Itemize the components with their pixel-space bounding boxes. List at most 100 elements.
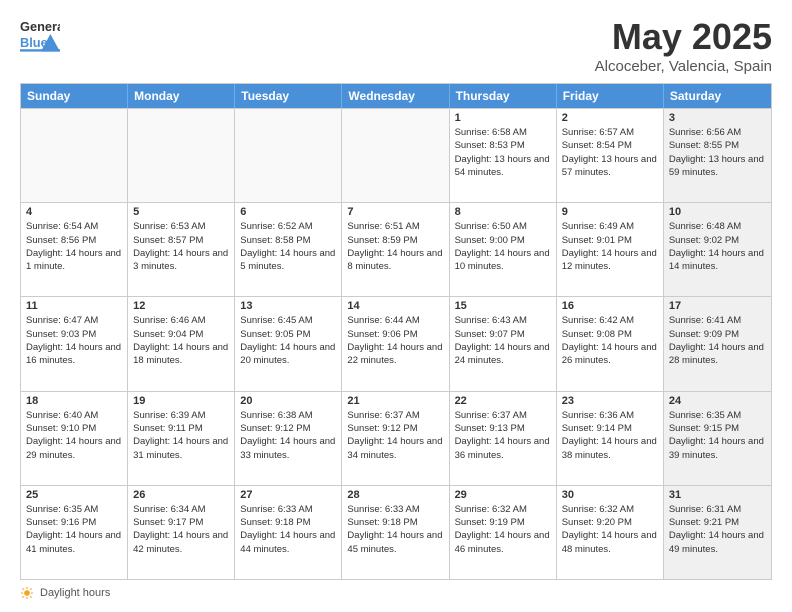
calendar-cell: 8 Sunrise: 6:50 AMSunset: 9:00 PMDaylight… [450, 203, 557, 296]
day-number: 12 [133, 300, 229, 312]
day-number: 30 [562, 489, 658, 501]
weekday-header: Saturday [664, 84, 771, 108]
day-info: Sunrise: 6:37 AMSunset: 9:13 PMDaylight:… [455, 409, 551, 462]
day-info: Sunrise: 6:42 AMSunset: 9:08 PMDaylight:… [562, 314, 658, 367]
day-info: Sunrise: 6:32 AMSunset: 9:19 PMDaylight:… [455, 503, 551, 556]
day-number: 23 [562, 395, 658, 407]
calendar-cell: 1 Sunrise: 6:58 AMSunset: 8:53 PMDaylight… [450, 109, 557, 202]
day-number: 27 [240, 489, 336, 501]
day-info: Sunrise: 6:40 AMSunset: 9:10 PMDaylight:… [26, 409, 122, 462]
day-info: Sunrise: 6:45 AMSunset: 9:05 PMDaylight:… [240, 314, 336, 367]
calendar-cell: 18 Sunrise: 6:40 AMSunset: 9:10 PMDayligh… [21, 392, 128, 485]
weekday-header: Thursday [450, 84, 557, 108]
calendar-cell: 23Sunrise: 6:36 AMSunset: 9:14 PMDayligh… [557, 392, 664, 485]
day-info: Sunrise: 6:50 AMSunset: 9:00 PMDaylight:… [455, 220, 551, 273]
calendar-cell [128, 109, 235, 202]
day-number: 11 [26, 300, 122, 312]
day-info: Sunrise: 6:32 AMSunset: 9:20 PMDaylight:… [562, 503, 658, 556]
day-info: Sunrise: 6:37 AMSunset: 9:12 PMDaylight:… [347, 409, 443, 462]
day-number: 13 [240, 300, 336, 312]
calendar-cell [235, 109, 342, 202]
logo: General Blue [20, 16, 64, 52]
calendar-cell: 6 Sunrise: 6:52 AMSunset: 8:58 PMDaylight… [235, 203, 342, 296]
title-block: May 2025 Alcoceber, Valencia, Spain [595, 16, 772, 75]
daylight-label: Daylight hours [40, 587, 110, 599]
calendar-cell: 24 Sunrise: 6:35 AMSunset: 9:15 PMDayligh… [664, 392, 771, 485]
day-number: 2 [562, 112, 658, 124]
calendar-cell: 3 Sunrise: 6:56 AMSunset: 8:55 PMDaylight… [664, 109, 771, 202]
day-info: Sunrise: 6:51 AMSunset: 8:59 PMDaylight:… [347, 220, 443, 273]
month-title: May 2025 [595, 16, 772, 58]
day-info: Sunrise: 6:57 AMSunset: 8:54 PMDaylight:… [562, 126, 658, 179]
calendar-row: 18 Sunrise: 6:40 AMSunset: 9:10 PMDayligh… [21, 391, 771, 485]
sun-icon [20, 586, 34, 600]
day-info: Sunrise: 6:53 AMSunset: 8:57 PMDaylight:… [133, 220, 229, 273]
day-number: 4 [26, 206, 122, 218]
day-number: 20 [240, 395, 336, 407]
day-number: 17 [669, 300, 766, 312]
calendar-cell: 17Sunrise: 6:41 AMSunset: 9:09 PMDayligh… [664, 297, 771, 390]
day-number: 24 [669, 395, 766, 407]
day-number: 10 [669, 206, 766, 218]
day-info: Sunrise: 6:33 AMSunset: 9:18 PMDaylight:… [347, 503, 443, 556]
day-info: Sunrise: 6:49 AMSunset: 9:01 PMDaylight:… [562, 220, 658, 273]
day-number: 18 [26, 395, 122, 407]
day-number: 9 [562, 206, 658, 218]
calendar-cell: 5 Sunrise: 6:53 AMSunset: 8:57 PMDaylight… [128, 203, 235, 296]
day-number: 21 [347, 395, 443, 407]
day-number: 28 [347, 489, 443, 501]
day-number: 19 [133, 395, 229, 407]
calendar-cell: 27 Sunrise: 6:33 AMSunset: 9:18 PMDayligh… [235, 486, 342, 579]
calendar-cell: 26 Sunrise: 6:34 AMSunset: 9:17 PMDayligh… [128, 486, 235, 579]
calendar-cell: 4Sunrise: 6:54 AMSunset: 8:56 PMDaylight… [21, 203, 128, 296]
day-info: Sunrise: 6:35 AMSunset: 9:15 PMDaylight:… [669, 409, 766, 462]
day-number: 7 [347, 206, 443, 218]
day-number: 26 [133, 489, 229, 501]
day-info: Sunrise: 6:33 AMSunset: 9:18 PMDaylight:… [240, 503, 336, 556]
svg-text:General: General [20, 19, 60, 34]
day-number: 6 [240, 206, 336, 218]
calendar-cell: 28 Sunrise: 6:33 AMSunset: 9:18 PMDayligh… [342, 486, 449, 579]
calendar-body: 1 Sunrise: 6:58 AMSunset: 8:53 PMDaylight… [21, 108, 771, 579]
day-info: Sunrise: 6:35 AMSunset: 9:16 PMDaylight:… [26, 503, 122, 556]
day-number: 3 [669, 112, 766, 124]
day-info: Sunrise: 6:39 AMSunset: 9:11 PMDaylight:… [133, 409, 229, 462]
day-info: Sunrise: 6:44 AMSunset: 9:06 PMDaylight:… [347, 314, 443, 367]
day-number: 31 [669, 489, 766, 501]
page: General Blue May 2025 Alcoceber, Valenci… [0, 0, 792, 612]
day-info: Sunrise: 6:56 AMSunset: 8:55 PMDaylight:… [669, 126, 766, 179]
day-info: Sunrise: 6:58 AMSunset: 8:53 PMDaylight:… [455, 126, 551, 179]
day-number: 29 [455, 489, 551, 501]
calendar-cell: 16Sunrise: 6:42 AMSunset: 9:08 PMDayligh… [557, 297, 664, 390]
calendar-cell: 30 Sunrise: 6:32 AMSunset: 9:20 PMDayligh… [557, 486, 664, 579]
weekday-header: Monday [128, 84, 235, 108]
day-number: 8 [455, 206, 551, 218]
day-info: Sunrise: 6:38 AMSunset: 9:12 PMDaylight:… [240, 409, 336, 462]
day-number: 5 [133, 206, 229, 218]
logo-icon: General Blue [20, 16, 60, 52]
day-info: Sunrise: 6:46 AMSunset: 9:04 PMDaylight:… [133, 314, 229, 367]
day-info: Sunrise: 6:31 AMSunset: 9:21 PMDaylight:… [669, 503, 766, 556]
calendar-header: SundayMondayTuesdayWednesdayThursdayFrid… [21, 84, 771, 108]
calendar-cell: 12 Sunrise: 6:46 AMSunset: 9:04 PMDayligh… [128, 297, 235, 390]
calendar-cell [21, 109, 128, 202]
calendar-cell: 11Sunrise: 6:47 AMSunset: 9:03 PMDayligh… [21, 297, 128, 390]
day-info: Sunrise: 6:34 AMSunset: 9:17 PMDaylight:… [133, 503, 229, 556]
calendar-row: 1 Sunrise: 6:58 AMSunset: 8:53 PMDaylight… [21, 108, 771, 202]
header: General Blue May 2025 Alcoceber, Valenci… [20, 16, 772, 75]
calendar-cell: 14Sunrise: 6:44 AMSunset: 9:06 PMDayligh… [342, 297, 449, 390]
svg-text:Blue: Blue [20, 35, 48, 50]
calendar-cell: 15Sunrise: 6:43 AMSunset: 9:07 PMDayligh… [450, 297, 557, 390]
day-number: 25 [26, 489, 122, 501]
calendar-cell: 31 Sunrise: 6:31 AMSunset: 9:21 PMDayligh… [664, 486, 771, 579]
weekday-header: Wednesday [342, 84, 449, 108]
calendar-row: 4Sunrise: 6:54 AMSunset: 8:56 PMDaylight… [21, 202, 771, 296]
weekday-header: Sunday [21, 84, 128, 108]
calendar-cell: 25 Sunrise: 6:35 AMSunset: 9:16 PMDayligh… [21, 486, 128, 579]
calendar-row: 25 Sunrise: 6:35 AMSunset: 9:16 PMDayligh… [21, 485, 771, 579]
footer: Daylight hours [20, 586, 772, 600]
day-number: 1 [455, 112, 551, 124]
day-info: Sunrise: 6:52 AMSunset: 8:58 PMDaylight:… [240, 220, 336, 273]
day-info: Sunrise: 6:48 AMSunset: 9:02 PMDaylight:… [669, 220, 766, 273]
calendar-row: 11Sunrise: 6:47 AMSunset: 9:03 PMDayligh… [21, 296, 771, 390]
